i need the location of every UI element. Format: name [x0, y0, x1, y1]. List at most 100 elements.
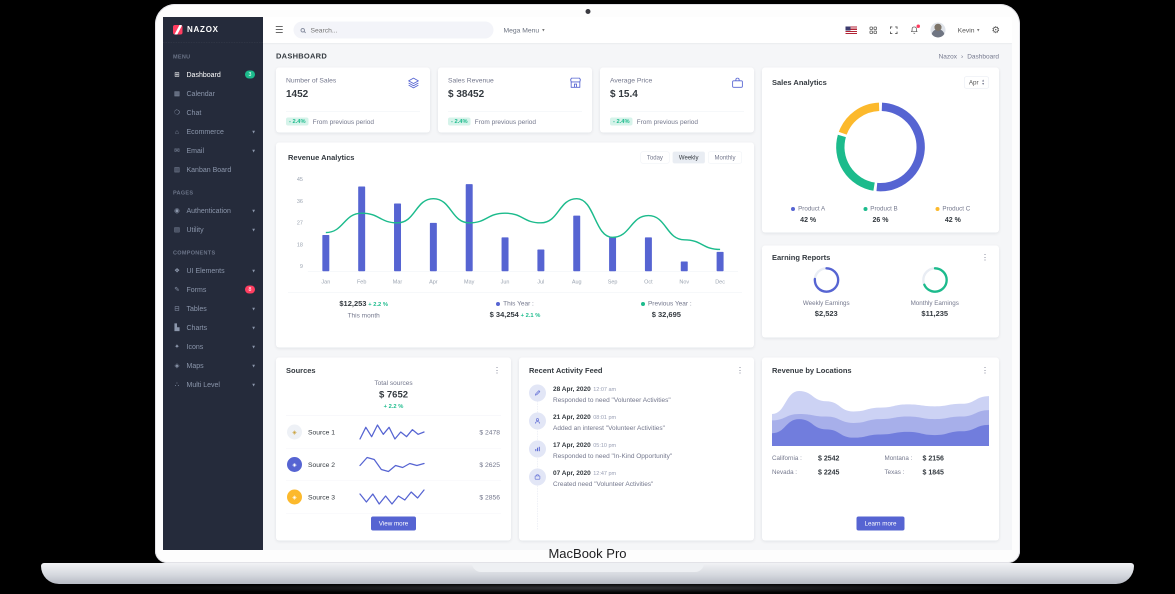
chevron-down-icon: ▾: [252, 147, 255, 154]
sidebar-item-multi-level[interactable]: ∴Multi Level▾: [163, 375, 263, 394]
search-box[interactable]: [294, 22, 494, 39]
user-menu[interactable]: Kevin ▾: [958, 26, 980, 34]
laptop-screen: NAZOX MENU⊞Dashboard3▦Calendar❍Chat⌂Ecom…: [155, 4, 1020, 563]
revenue-by-locations-card: Revenue by Locations ⋮ California : $ 25…: [762, 358, 999, 541]
sidebar-item-utility[interactable]: ▤Utility▾: [163, 220, 263, 239]
stat-card-sales-revenue: Sales Revenue $ 38452 - 2.4%: [438, 68, 592, 133]
settings-gear-icon[interactable]: ⚙: [991, 24, 1000, 36]
earning-value: $11,235: [881, 310, 990, 319]
user-icon: [529, 413, 546, 430]
sidebar-item-authentication[interactable]: ◉Authentication▾: [163, 201, 263, 220]
chevron-down-icon: ▾: [977, 27, 980, 33]
sales-donut-chart: [772, 89, 989, 206]
source-sparkline: [357, 422, 427, 442]
earning-label: Monthly Earnings: [881, 300, 990, 307]
this-year-label: This Year :: [503, 300, 534, 308]
more-menu-icon[interactable]: ⋮: [736, 367, 744, 375]
sidebar-item-ui-elements[interactable]: ❖UI Elements▾: [163, 261, 263, 280]
stat-note: From previous period: [637, 118, 698, 126]
sidebar-item-email[interactable]: ✉Email▾: [163, 141, 263, 160]
source-amount: $ 2478: [479, 428, 500, 436]
range-button-today[interactable]: Today: [640, 152, 669, 164]
sidebar-item-label: Maps: [187, 362, 204, 370]
notification-badge: [917, 24, 921, 28]
calendar-icon: ▦: [173, 90, 181, 98]
sidebar-item-label: Multi Level: [187, 381, 220, 389]
sidebar-item-charts[interactable]: ▙Charts▾: [163, 318, 263, 337]
sources-card: Sources ⋮ Total sources $ 7652 + 2.2 %: [276, 358, 511, 541]
sidebar-item-forms[interactable]: ✎Forms8: [163, 280, 263, 299]
view-more-button[interactable]: View more: [371, 517, 416, 531]
location-value: $ 2245: [818, 468, 885, 476]
breadcrumb-root[interactable]: Nazox: [939, 53, 957, 61]
learn-more-button[interactable]: Learn more: [857, 517, 905, 531]
source-row-3[interactable]: ◈ Source 3 $ 2856: [286, 481, 501, 514]
search-input[interactable]: [310, 26, 487, 35]
svg-text:36: 36: [297, 199, 303, 205]
sidebar-item-ecommerce[interactable]: ⌂Ecommerce▾: [163, 122, 263, 141]
activity-date: 17 Apr, 202005:10 pm: [553, 441, 616, 449]
sidebar-item-maps[interactable]: ◈Maps▾: [163, 356, 263, 375]
more-menu-icon[interactable]: ⋮: [981, 367, 989, 375]
chevron-down-icon: ▾: [252, 381, 255, 388]
sidebar-item-tables[interactable]: ⊟Tables▾: [163, 299, 263, 318]
sidebar-item-kanban-board[interactable]: ▥Kanban Board: [163, 160, 263, 179]
stat-value: $ 38452: [448, 89, 494, 101]
source-logo-icon: ◈: [287, 457, 302, 472]
legend-dot: [863, 207, 867, 211]
sidebar-item-label: UI Elements: [187, 267, 225, 275]
bar-chart-icon: ▙: [173, 324, 181, 332]
sidebar-item-label: Tables: [187, 305, 207, 313]
sidebar-item-dashboard[interactable]: ⊞Dashboard3: [163, 65, 263, 84]
previous-year-dot: [641, 302, 645, 306]
location-value: $ 2542: [818, 454, 885, 462]
card-title: Revenue by Locations: [772, 367, 852, 376]
notifications-bell-icon[interactable]: [910, 26, 919, 35]
range-button-monthly[interactable]: Monthly: [708, 152, 742, 164]
source-sparkline: [357, 487, 427, 507]
legend-item-product-a: Product A 42 %: [772, 205, 844, 224]
briefcase-icon: [529, 469, 546, 486]
sidebar-item-label: Icons: [187, 343, 204, 351]
device-label: MacBook Pro: [155, 546, 1020, 561]
recent-activity-card: Recent Activity Feed ⋮ 28 Apr, 202012:07…: [519, 358, 754, 541]
svg-text:18: 18: [297, 243, 303, 249]
language-flag-icon[interactable]: [846, 26, 858, 34]
month-label: This month: [288, 312, 439, 320]
briefcase-icon: [731, 77, 744, 90]
earning-value: $2,523: [772, 310, 881, 319]
monthly-radial-chart: [881, 266, 990, 296]
this-year-value: $ 34,254: [490, 311, 519, 320]
utility-icon: ▤: [173, 226, 181, 234]
source-row-1[interactable]: ◈ Source 1 $ 2478: [286, 416, 501, 449]
month-select[interactable]: Apr ▴▾: [964, 77, 989, 89]
more-menu-icon[interactable]: ⋮: [981, 254, 989, 262]
source-row-2[interactable]: ◈ Source 2 $ 2625: [286, 449, 501, 482]
page-head: DASHBOARD Nazox › Dashboard: [263, 43, 1012, 68]
stat-card-number-of-sales: Number of Sales 1452 - 2.4%: [276, 68, 430, 133]
sidebar-item-calendar[interactable]: ▦Calendar: [163, 84, 263, 103]
user-avatar[interactable]: [931, 23, 946, 38]
map-pin-icon: ◈: [173, 362, 181, 370]
laptop-base: [41, 563, 1134, 584]
fullscreen-icon[interactable]: [890, 26, 899, 35]
activity-date: 07 Apr, 202012:47 pm: [553, 469, 616, 477]
sidebar-item-icons[interactable]: ✦Icons▾: [163, 337, 263, 356]
apps-grid-icon[interactable]: [869, 26, 878, 35]
mega-menu-button[interactable]: Mega Menu ▾: [504, 26, 545, 34]
delta-badge: - 2.4%: [448, 118, 471, 126]
svg-text:Dec: Dec: [715, 280, 725, 286]
source-logo-icon: ◈: [287, 490, 302, 505]
hamburger-menu-icon[interactable]: ☰: [275, 24, 284, 36]
sidebar-item-label: Charts: [187, 324, 208, 332]
stat-card-average-price: Average Price $ 15.4 - 2.4%: [600, 68, 754, 133]
sidebar-item-chat[interactable]: ❍Chat: [163, 103, 263, 122]
sidebar-badge: 3: [245, 71, 255, 79]
content: Number of Sales 1452 - 2.4%: [263, 68, 1012, 549]
bottom-row: Sources ⋮ Total sources $ 7652 + 2.2 %: [276, 358, 999, 541]
stat-note: From previous period: [313, 118, 374, 126]
brand-logo[interactable]: NAZOX: [163, 17, 263, 43]
more-menu-icon[interactable]: ⋮: [493, 367, 501, 375]
range-button-weekly[interactable]: Weekly: [672, 152, 705, 164]
source-name: Source 2: [308, 461, 351, 469]
